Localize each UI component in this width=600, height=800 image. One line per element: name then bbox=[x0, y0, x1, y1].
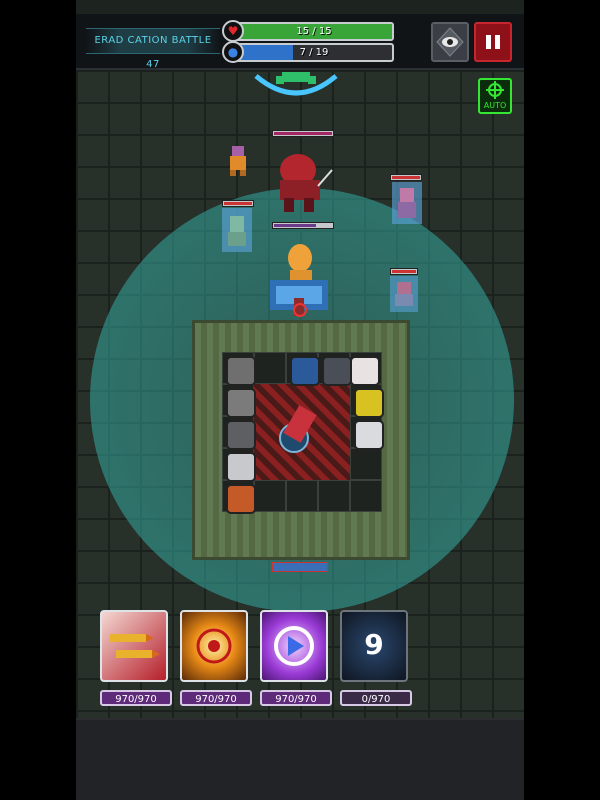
stage-title: ERAD CATION BATTLE 47 bbox=[86, 28, 220, 70]
skill-bar: 970/970 970/970 970/970 9 0/970 bbox=[100, 608, 420, 710]
skill-purple-arrow[interactable]: 970/970 bbox=[260, 608, 332, 708]
blue-crystal-turret[interactable] bbox=[290, 356, 320, 386]
ghost-knight-enemy bbox=[222, 208, 252, 252]
core-tile bbox=[254, 384, 350, 480]
dark-spike-turret[interactable] bbox=[322, 356, 352, 386]
skill-ammo-count: 970/970 bbox=[180, 690, 252, 706]
shield-bar: 7 / 19 bbox=[234, 43, 394, 62]
yellow-turret[interactable] bbox=[354, 388, 384, 418]
grid-cell[interactable] bbox=[350, 480, 382, 512]
silver-turret[interactable] bbox=[354, 420, 384, 450]
skill-ammo-count: 970/970 bbox=[260, 690, 332, 706]
dark-gun-turret[interactable] bbox=[226, 420, 256, 450]
skill-bullet-burst[interactable]: 970/970 bbox=[100, 608, 172, 708]
view-toggle-button[interactable] bbox=[431, 22, 469, 62]
target-explosion-icon bbox=[180, 610, 248, 682]
fortress-gate bbox=[272, 562, 328, 572]
hero-gunner bbox=[270, 244, 328, 317]
auto-label: AUTO bbox=[483, 101, 507, 110]
boss-shield-bar bbox=[272, 222, 334, 229]
enemy-health-bar bbox=[222, 200, 254, 207]
game-screen: ERAD CATION BATTLE 47 15 / 15 ♥ 7 / 19 ● bbox=[76, 0, 524, 800]
skill-ammo-count: 0/970 bbox=[340, 690, 412, 706]
heart-icon: ♥ bbox=[222, 20, 244, 42]
red-boss-enemy bbox=[280, 154, 333, 212]
enemy-health-bar bbox=[390, 174, 422, 181]
boss-health-bar bbox=[272, 130, 334, 137]
health-text: 15 / 15 bbox=[296, 26, 332, 37]
eye-icon bbox=[436, 27, 464, 57]
gray-gun-turret[interactable] bbox=[226, 388, 256, 418]
bullet-burst-icon bbox=[100, 610, 168, 682]
orange-imp-enemy bbox=[230, 146, 246, 176]
ghost-mage-enemy bbox=[392, 182, 422, 224]
grid-cell[interactable] bbox=[318, 480, 350, 512]
gray-cannon-turret[interactable] bbox=[226, 356, 256, 386]
skill-vortex[interactable]: 9 0/970 bbox=[340, 608, 412, 708]
enemy-spawn-portal bbox=[254, 72, 338, 96]
purple-arrow-icon bbox=[260, 610, 328, 682]
shield-text: 7 / 19 bbox=[299, 47, 329, 58]
ghost-archer-enemy bbox=[390, 276, 418, 312]
grid-cell[interactable] bbox=[286, 480, 318, 512]
silver-cannon-turret[interactable] bbox=[226, 452, 256, 482]
pause-button[interactable] bbox=[474, 22, 512, 62]
vortex-icon: 9 bbox=[340, 610, 408, 682]
skill-cooldown-number: 9 bbox=[364, 628, 384, 661]
grid-cell[interactable] bbox=[254, 352, 286, 384]
grid-cell[interactable] bbox=[254, 480, 286, 512]
core-cannon-icon bbox=[279, 405, 317, 453]
grid-cell[interactable] bbox=[350, 448, 382, 480]
health-bar: 15 / 15 bbox=[234, 22, 394, 41]
skill-ammo-count: 970/970 bbox=[100, 690, 172, 706]
shield-icon: ● bbox=[222, 41, 244, 63]
crosshair-icon bbox=[486, 81, 504, 99]
white-bomb-turret[interactable] bbox=[350, 356, 380, 386]
top-hud: ERAD CATION BATTLE 47 15 / 15 ♥ 7 / 19 ● bbox=[76, 14, 524, 70]
orange-bomb-turret[interactable] bbox=[226, 484, 256, 514]
bottom-panel bbox=[76, 718, 524, 800]
auto-target-button[interactable]: AUTO bbox=[478, 78, 512, 114]
enemy-health-bar bbox=[390, 268, 418, 275]
skill-target-explosion[interactable]: 970/970 bbox=[180, 608, 252, 708]
